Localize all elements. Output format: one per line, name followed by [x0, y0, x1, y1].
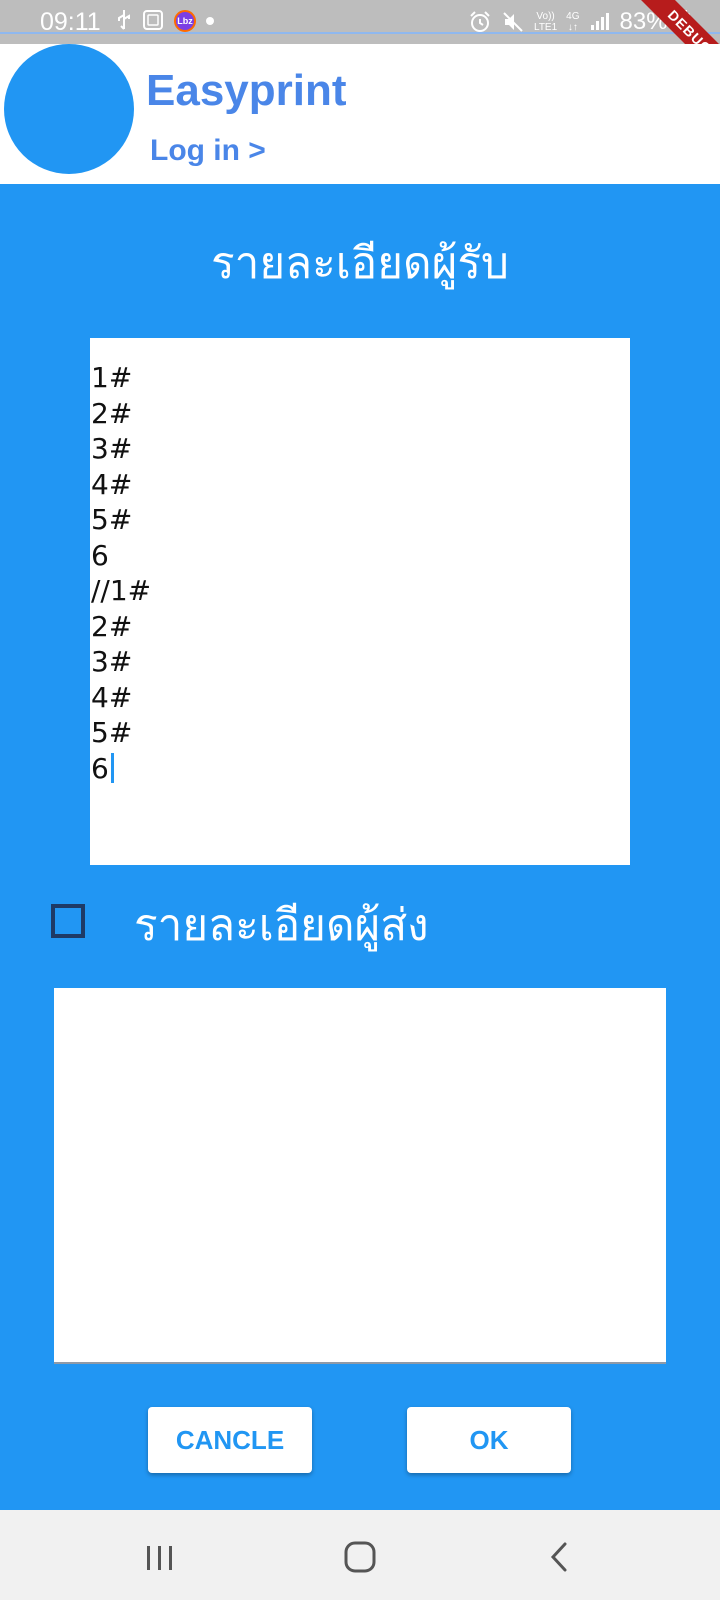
- usb-icon: [116, 9, 132, 33]
- home-icon[interactable]: [335, 1532, 385, 1582]
- status-divider: [0, 32, 720, 34]
- avatar[interactable]: [4, 44, 134, 174]
- login-link[interactable]: Log in >: [150, 134, 266, 168]
- signal-icon: [589, 10, 611, 34]
- receiver-text-line: 3#: [91, 645, 133, 678]
- app-header: Easyprint Log in >: [0, 44, 720, 184]
- receiver-text-line: 4#: [91, 467, 133, 501]
- ok-button[interactable]: OK: [407, 1407, 571, 1473]
- sender-details-row: รายละเอียดผู้ส่ง: [0, 890, 720, 960]
- receiver-text-line: 6: [91, 751, 151, 787]
- network-type-indicator: 4G ↓↑: [566, 11, 579, 33]
- receiver-text-line: 3#: [91, 432, 133, 465]
- alarm-icon: [468, 10, 492, 34]
- receiver-text-line: 1#: [91, 361, 133, 394]
- cancel-button[interactable]: CANCLE: [148, 1407, 312, 1473]
- receiver-text-line: 5#: [91, 716, 133, 749]
- receiver-text-line: 6: [91, 538, 109, 572]
- sender-details-input[interactable]: [54, 988, 666, 1364]
- receiver-text-line: //1#: [91, 574, 152, 607]
- receiver-text-line: 5#: [91, 503, 133, 536]
- mute-icon: [501, 10, 525, 34]
- receiver-text-line: 2#: [91, 396, 133, 430]
- receiver-details-text: 1# 2# 3# 4# 5# 6//1# 2# 3# 4# 5# 6: [91, 360, 151, 786]
- receiver-text-line: 4#: [91, 680, 133, 714]
- recent-apps-icon[interactable]: [135, 1532, 185, 1582]
- sender-details-label: รายละเอียดผู้ส่ง: [134, 900, 429, 951]
- receiver-details-input[interactable]: 1# 2# 3# 4# 5# 6//1# 2# 3# 4# 5# 6: [90, 338, 630, 865]
- status-bar: 09:11 Lbz Vo)) LTE1 4G ↓↑ 83% DEBUG: [0, 0, 720, 44]
- status-notification-icons: Lbz: [116, 9, 214, 33]
- network-type-label: 4G: [566, 11, 580, 22]
- volte-label: Vo)): [536, 11, 555, 22]
- lazada-app-icon: Lbz: [174, 10, 196, 32]
- text-cursor: [110, 752, 114, 783]
- back-icon[interactable]: [535, 1532, 585, 1582]
- receiver-text-line: 2#: [91, 609, 133, 643]
- volte-indicator: Vo)) LTE1: [534, 11, 557, 33]
- app-notification-icon: [142, 9, 164, 33]
- more-notifications-dot: [206, 17, 214, 25]
- app-title: Easyprint: [146, 66, 347, 115]
- sender-details-checkbox[interactable]: [51, 904, 85, 938]
- receiver-details-title: รายละเอียดผู้รับ: [211, 238, 509, 289]
- navigation-bar: [0, 1510, 720, 1600]
